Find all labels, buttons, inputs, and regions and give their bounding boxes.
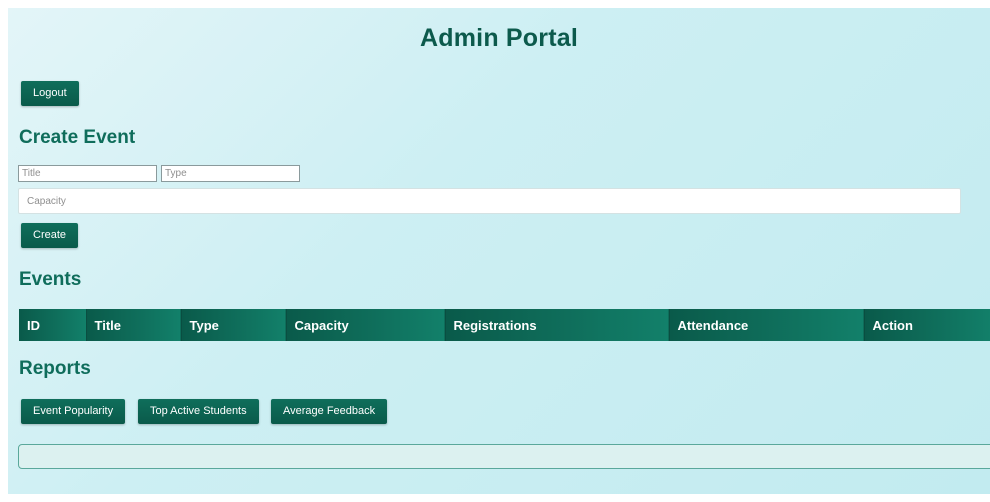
type-input[interactable] <box>161 165 300 182</box>
column-header-attendance: Attendance <box>669 309 865 341</box>
column-header-action: Action <box>864 309 990 341</box>
table-header-row: ID Title Type Capacity Registrations Att… <box>19 309 990 341</box>
events-table: ID Title Type Capacity Registrations Att… <box>19 309 990 341</box>
column-header-id: ID <box>19 309 87 341</box>
reports-heading: Reports <box>19 358 91 379</box>
column-header-title: Title <box>86 309 182 341</box>
column-header-capacity: Capacity <box>286 309 446 341</box>
events-heading: Events <box>19 269 82 290</box>
column-header-registrations: Registrations <box>445 309 670 341</box>
events-table-container: ID Title Type Capacity Registrations Att… <box>19 309 990 341</box>
capacity-input[interactable] <box>18 188 961 214</box>
logout-button[interactable]: Logout <box>21 81 79 106</box>
top-active-students-button[interactable]: Top Active Students <box>138 399 259 424</box>
create-button[interactable]: Create <box>21 223 79 248</box>
create-event-heading: Create Event <box>19 127 136 148</box>
report-output-box <box>18 444 990 469</box>
admin-portal-page: Admin Portal Logout Create Event Create … <box>8 8 990 494</box>
column-header-type: Type <box>181 309 287 341</box>
average-feedback-button[interactable]: Average Feedback <box>271 399 388 424</box>
event-popularity-button[interactable]: Event Popularity <box>21 399 126 424</box>
title-input[interactable] <box>18 165 157 182</box>
page-title: Admin Portal <box>420 24 578 52</box>
